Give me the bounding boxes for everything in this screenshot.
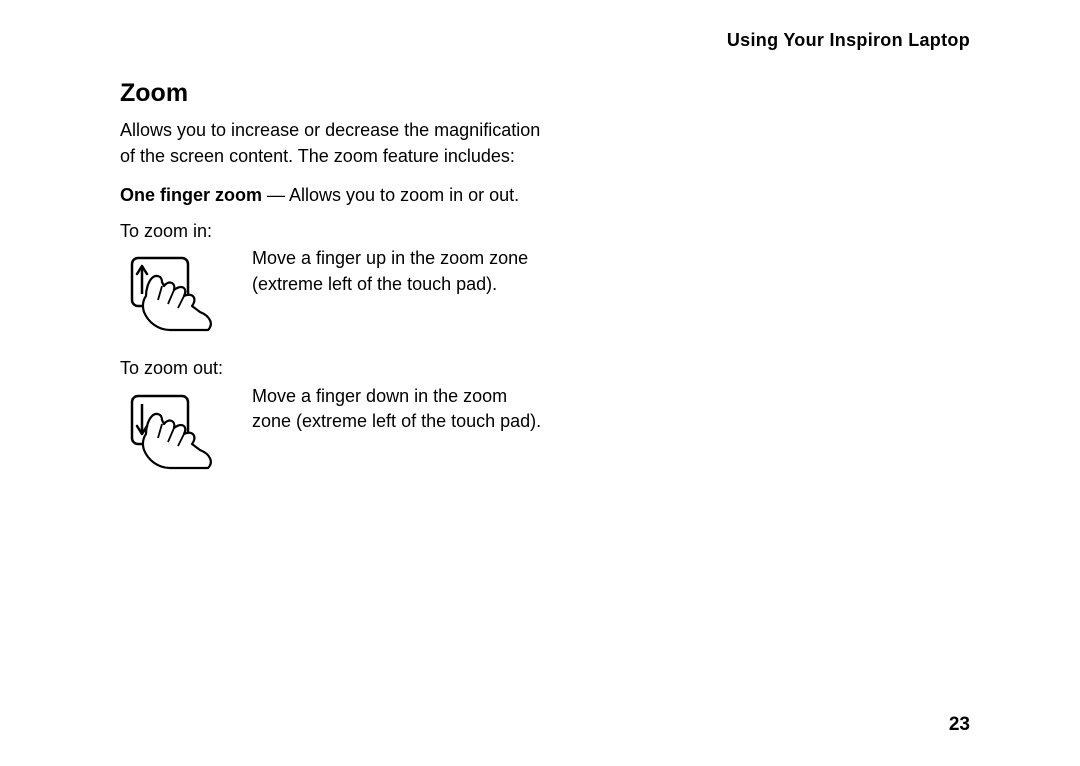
- one-finger-zoom-line: One finger zoom — Allows you to zoom in …: [120, 183, 550, 209]
- zoom-out-instruction: Move a finger down in the zoom zone (ext…: [252, 384, 550, 435]
- finger-down-touchpad-icon: [128, 390, 222, 472]
- section-heading-zoom: Zoom: [120, 79, 550, 108]
- zoom-out-row: Move a finger down in the zoom zone (ext…: [120, 384, 550, 472]
- one-finger-zoom-label: One finger zoom: [120, 185, 262, 205]
- one-finger-zoom-desc: — Allows you to zoom in or out.: [262, 185, 519, 205]
- running-header: Using Your Inspiron Laptop: [120, 30, 970, 51]
- finger-up-touchpad-icon: [128, 252, 222, 334]
- section-intro: Allows you to increase or decrease the m…: [120, 118, 550, 169]
- zoom-in-row: Move a finger up in the zoom zone (extre…: [120, 246, 550, 334]
- zoom-in-label: To zoom in:: [120, 219, 550, 245]
- content-column: Zoom Allows you to increase or decrease …: [120, 79, 550, 472]
- page-number: 23: [949, 714, 970, 736]
- manual-page: Using Your Inspiron Laptop Zoom Allows y…: [0, 0, 1080, 766]
- zoom-out-label: To zoom out:: [120, 356, 550, 382]
- zoom-in-instruction: Move a finger up in the zoom zone (extre…: [252, 246, 550, 297]
